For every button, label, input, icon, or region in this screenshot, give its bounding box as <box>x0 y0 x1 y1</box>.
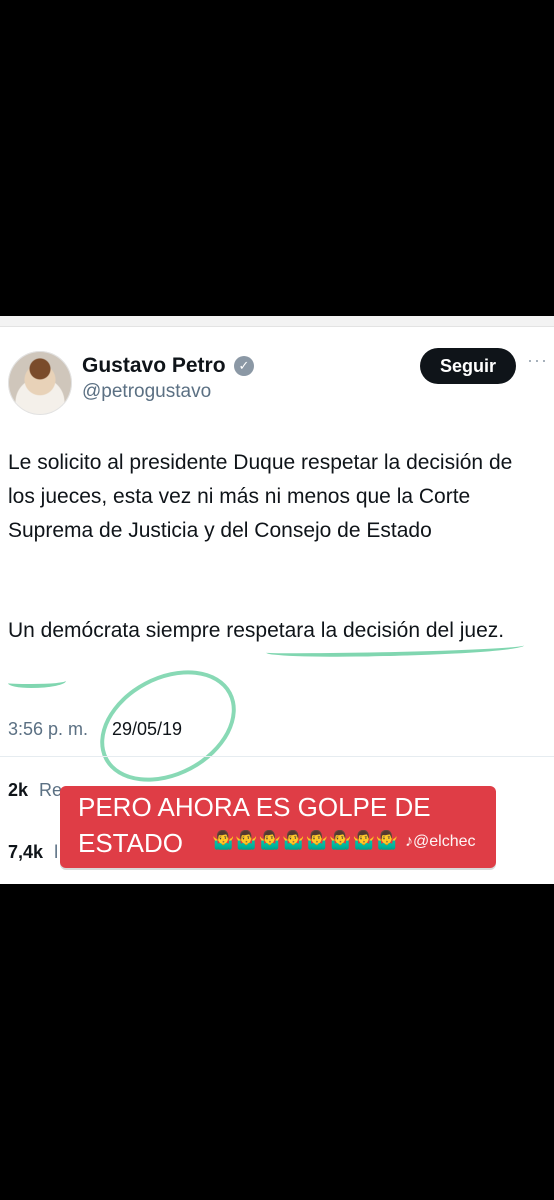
retweets-count: 2k <box>8 780 29 800</box>
likes-stat[interactable]: 7,4k l <box>8 842 58 863</box>
caption-line-1: PERO AHORA ES GOLPE DE <box>78 792 431 822</box>
date-circle-highlight <box>80 648 256 804</box>
avatar[interactable] <box>8 351 72 415</box>
caption-line-2: ESTADO <box>78 828 183 858</box>
verified-icon: ✓ <box>234 356 254 376</box>
caption-overlay: PERO AHORA ES GOLPE DE ESTADO 🤷‍♂️🤷‍♂️🤷‍… <box>60 786 496 868</box>
highlight-underline-2 <box>8 676 66 688</box>
tweet-text-paragraph-1: Le solicito al presidente Duque respetar… <box>8 451 513 542</box>
tweet-screenshot: Gustavo Petro ✓ @petrogustavo Seguir ···… <box>0 316 554 884</box>
likes-label: l <box>54 842 59 862</box>
watermark: ♪@elchec <box>405 833 476 850</box>
tweet-time: 3:56 p. m. <box>8 719 89 739</box>
more-options-icon[interactable]: ··· <box>527 350 548 371</box>
retweets-label: Re <box>39 780 63 800</box>
likes-count: 7,4k <box>8 842 44 862</box>
top-divider <box>0 316 554 327</box>
author-name[interactable]: Gustavo Petro <box>82 354 226 378</box>
author-handle[interactable]: @petrogustavo <box>82 381 211 403</box>
shrug-emoji-row: 🤷‍♂️🤷‍♂️🤷‍♂️🤷‍♂️🤷‍♂️🤷‍♂️🤷‍♂️🤷‍♂️ <box>212 830 400 850</box>
retweets-stat[interactable]: 2k Re <box>8 780 62 801</box>
follow-button[interactable]: Seguir <box>420 348 516 384</box>
stats-divider <box>0 756 554 757</box>
